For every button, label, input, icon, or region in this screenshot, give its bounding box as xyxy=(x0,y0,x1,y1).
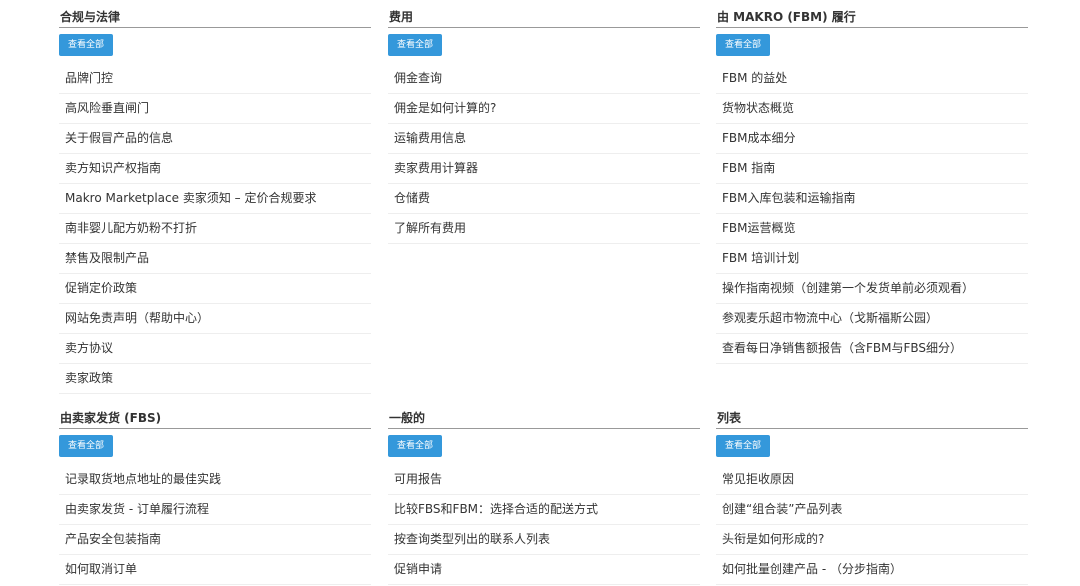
section-title: 由卖家发货 (FBS) xyxy=(59,410,371,429)
view-all-button[interactable]: 查看全部 xyxy=(59,34,114,56)
topic-link[interactable]: 南非婴儿配方奶粉不打折 xyxy=(59,214,371,244)
topic-list: 可用报告 比较FBS和FBM：选择合适的配送方式 按查询类型列出的联系人列表 促… xyxy=(388,465,700,585)
topic-link[interactable]: 卖方知识产权指南 xyxy=(59,154,371,184)
topic-link[interactable]: 头衔是如何形成的? xyxy=(716,525,1028,555)
section-title: 由 MAKRO (FBM) 履行 xyxy=(716,9,1028,28)
topic-list: FBM 的益处 货物状态概览 FBM成本细分 FBM 指南 FBM入库包装和运输… xyxy=(716,64,1028,364)
topic-link[interactable]: FBM运营概览 xyxy=(716,214,1028,244)
topic-link[interactable]: 佣金是如何计算的? xyxy=(388,94,700,124)
section-fbm: 由 MAKRO (FBM) 履行 查看全部 FBM 的益处 货物状态概览 FBM… xyxy=(716,9,1028,364)
section-fees: 费用 查看全部 佣金查询 佣金是如何计算的? 运输费用信息 卖家费用计算器 仓储… xyxy=(388,9,700,244)
topic-link[interactable]: 仓储费 xyxy=(388,184,700,214)
topic-link[interactable]: 促销申请 xyxy=(388,555,700,585)
section-compliance-legal: 合规与法律 查看全部 品牌门控 高风险垂直闸门 关于假冒产品的信息 卖方知识产权… xyxy=(59,9,371,394)
topic-link[interactable]: FBM成本细分 xyxy=(716,124,1028,154)
topic-link[interactable]: FBM 的益处 xyxy=(716,64,1028,94)
topic-list: 品牌门控 高风险垂直闸门 关于假冒产品的信息 卖方知识产权指南 Makro Ma… xyxy=(59,64,371,394)
help-topics-grid: 合规与法律 查看全部 品牌门控 高风险垂直闸门 关于假冒产品的信息 卖方知识产权… xyxy=(0,0,1080,586)
section-general: 一般的 查看全部 可用报告 比较FBS和FBM：选择合适的配送方式 按查询类型列… xyxy=(388,410,700,585)
view-all-button[interactable]: 查看全部 xyxy=(59,435,114,457)
topic-link[interactable]: 查看每日净销售额报告（含FBM与FBS细分） xyxy=(716,334,1028,364)
topic-link[interactable]: 如何取消订单 xyxy=(59,555,371,585)
topic-link[interactable]: 网站免责声明（帮助中心） xyxy=(59,304,371,334)
topic-link[interactable]: 记录取货地点地址的最佳实践 xyxy=(59,465,371,495)
topic-list: 常见拒收原因 创建“组合装”产品列表 头衔是如何形成的? 如何批量创建产品 - … xyxy=(716,465,1028,585)
topic-link[interactable]: 卖方协议 xyxy=(59,334,371,364)
section-title: 列表 xyxy=(716,410,1028,429)
topic-link[interactable]: 操作指南视频（创建第一个发货单前必须观看） xyxy=(716,274,1028,304)
view-all-button[interactable]: 查看全部 xyxy=(388,435,443,457)
topic-list: 记录取货地点地址的最佳实践 由卖家发货 - 订单履行流程 产品安全包装指南 如何… xyxy=(59,465,371,585)
topic-link[interactable]: FBM入库包装和运输指南 xyxy=(716,184,1028,214)
section-fbs: 由卖家发货 (FBS) 查看全部 记录取货地点地址的最佳实践 由卖家发货 - 订… xyxy=(59,410,371,585)
topic-link[interactable]: 高风险垂直闸门 xyxy=(59,94,371,124)
topic-link[interactable]: 可用报告 xyxy=(388,465,700,495)
topic-link[interactable]: FBM 指南 xyxy=(716,154,1028,184)
section-title: 合规与法律 xyxy=(59,9,371,28)
topic-link[interactable]: Makro Marketplace 卖家须知 – 定价合规要求 xyxy=(59,184,371,214)
topic-link[interactable]: 了解所有费用 xyxy=(388,214,700,244)
topic-link[interactable]: 运输费用信息 xyxy=(388,124,700,154)
section-title: 一般的 xyxy=(388,410,700,429)
topic-link[interactable]: 按查询类型列出的联系人列表 xyxy=(388,525,700,555)
topic-link[interactable]: 如何批量创建产品 - （分步指南） xyxy=(716,555,1028,585)
topic-link[interactable]: 品牌门控 xyxy=(59,64,371,94)
view-all-button[interactable]: 查看全部 xyxy=(388,34,443,56)
topic-link[interactable]: 促销定价政策 xyxy=(59,274,371,304)
topic-list: 佣金查询 佣金是如何计算的? 运输费用信息 卖家费用计算器 仓储费 了解所有费用 xyxy=(388,64,700,244)
topic-link[interactable]: 参观麦乐超市物流中心（戈斯福斯公园） xyxy=(716,304,1028,334)
topic-link[interactable]: 常见拒收原因 xyxy=(716,465,1028,495)
topic-link[interactable]: 关于假冒产品的信息 xyxy=(59,124,371,154)
topic-link[interactable]: 佣金查询 xyxy=(388,64,700,94)
topic-link[interactable]: 产品安全包装指南 xyxy=(59,525,371,555)
topic-link[interactable]: 卖家政策 xyxy=(59,364,371,394)
topic-link[interactable]: FBM 培训计划 xyxy=(716,244,1028,274)
topic-link[interactable]: 卖家费用计算器 xyxy=(388,154,700,184)
topic-link[interactable]: 货物状态概览 xyxy=(716,94,1028,124)
topic-link[interactable]: 禁售及限制产品 xyxy=(59,244,371,274)
view-all-button[interactable]: 查看全部 xyxy=(716,435,771,457)
section-title: 费用 xyxy=(388,9,700,28)
topic-link[interactable]: 创建“组合装”产品列表 xyxy=(716,495,1028,525)
topic-link[interactable]: 比较FBS和FBM：选择合适的配送方式 xyxy=(388,495,700,525)
section-listings: 列表 查看全部 常见拒收原因 创建“组合装”产品列表 头衔是如何形成的? 如何批… xyxy=(716,410,1028,585)
view-all-button[interactable]: 查看全部 xyxy=(716,34,771,56)
topic-link[interactable]: 由卖家发货 - 订单履行流程 xyxy=(59,495,371,525)
